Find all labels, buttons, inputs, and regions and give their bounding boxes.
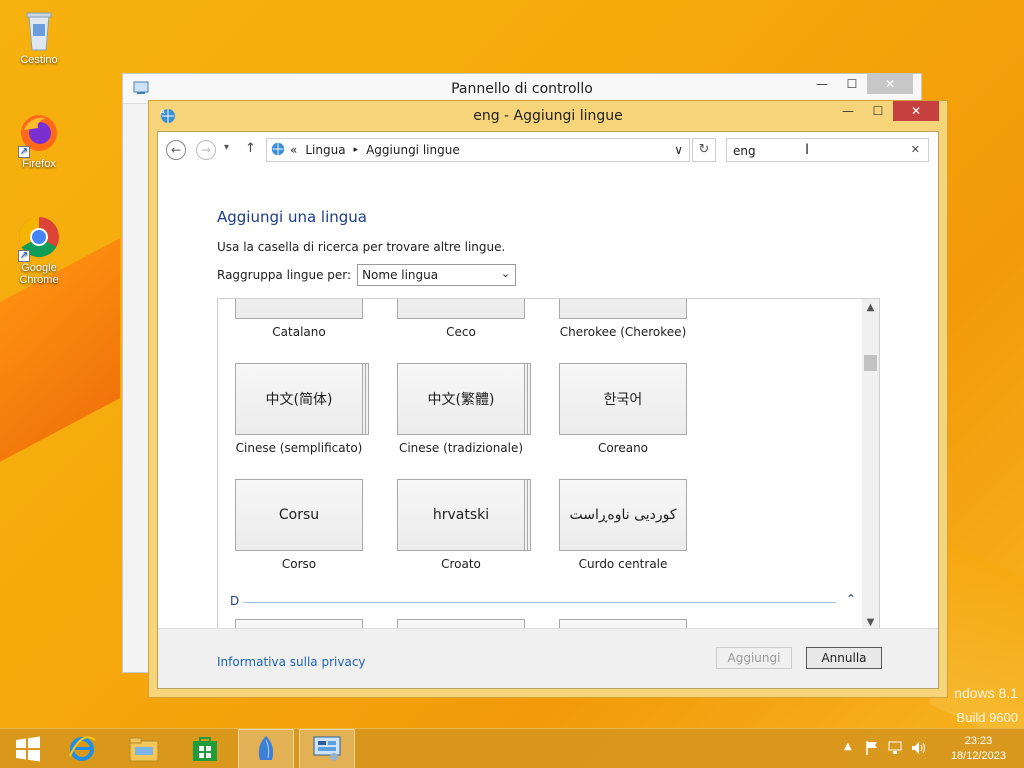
shortcut-arrow-icon: ↗ [18,146,30,158]
language-label: Croato [441,557,481,571]
taskbar: ▲ 23:23 18/12/2023 [0,728,1024,768]
recycle-bin-icon [16,6,62,52]
desktop-icon-recycle-bin[interactable]: Cestino [4,6,74,66]
address-dropdown-icon[interactable]: ∨ [674,143,683,157]
breadcrumb-item-lingua[interactable]: Lingua [305,143,345,157]
language-label: Coreano [597,441,649,455]
language-tile[interactable] [397,299,525,319]
back-button[interactable]: ← [166,140,186,160]
language-label: Cinese (semplificato) [235,441,363,455]
group-by-row: Raggruppa lingue per: Nome lingua ⌄ [217,264,517,286]
chrome-icon: ↗ [16,214,62,262]
firefox-icon: ↗ [16,110,62,158]
group-by-label: Raggruppa lingue per: [217,268,352,282]
search-hint: Usa la casella di ricerca per trovare al… [217,240,506,254]
vertical-scrollbar[interactable]: ▲ ▼ [862,299,879,630]
shortcut-arrow-icon: ↗ [18,250,30,262]
internet-explorer-icon[interactable] [54,729,110,768]
os-watermark-line1: ndows 8.1 [954,685,1018,701]
action-center-flag-icon[interactable] [864,740,880,759]
desktop-icon-label: Google Chrome [19,262,59,286]
language-tile-central-kurdish[interactable]: کوردیی ناوەڕاست [559,479,687,551]
clock[interactable]: 23:23 18/12/2023 [951,734,1006,764]
volume-icon[interactable] [910,740,928,759]
control-panel-title: Pannello di controllo [451,81,593,97]
language-label: Cinese (tradizionale) [398,441,524,455]
dialog-footer: Informativa sulla privacy Aggiungi Annul… [158,628,938,688]
system-tray: ▲ 23:23 18/12/2023 [824,729,1024,768]
add-languages-window[interactable]: A eng - Aggiungi lingue — ☐ ✕ ← → ▾ ↑ « … [148,100,948,698]
language-tile[interactable] [559,299,687,319]
close-button[interactable]: ✕ [867,74,913,94]
scroll-down-icon[interactable]: ▼ [862,617,879,628]
forward-button[interactable]: → [196,140,216,160]
minimize-button[interactable]: — [833,101,863,121]
refresh-button[interactable]: ↻ [692,138,716,162]
start-button[interactable] [0,729,56,768]
language-taskbar-button[interactable] [238,729,294,768]
scroll-up-icon[interactable]: ▲ [862,302,879,313]
store-icon[interactable] [177,729,233,768]
desktop-icon-label: Cestino [20,54,58,66]
add-button[interactable]: Aggiungi [716,647,792,669]
search-input[interactable]: eng [733,144,756,158]
language-list[interactable]: Catalano Ceco Cherokee (Cherokee) 中文(简体)… [217,298,880,631]
cancel-button[interactable]: Annulla [806,647,882,669]
group-by-select[interactable]: Nome lingua ⌄ [357,264,517,286]
page-title: Aggiungi una lingua [217,208,367,226]
desktop-icon-label: Firefox [22,158,56,170]
minimize-button[interactable]: — [807,74,837,94]
text-cursor-icon: I [805,142,810,158]
search-box[interactable]: eng I ✕ [726,138,929,162]
section-divider [243,602,836,603]
breadcrumb-prefix[interactable]: « [290,143,297,157]
os-watermark-line2: Build 9600 [956,710,1018,725]
language-tile-croatian[interactable]: hrvatski [397,479,525,551]
address-bar[interactable]: « Lingua ▸ Aggiungi lingue ∨ [266,138,690,162]
language-tile[interactable] [235,299,363,319]
language-tile-corsican[interactable]: Corsu [235,479,363,551]
language-app-icon [270,141,286,160]
language-label: Ceco [446,325,476,339]
network-icon[interactable] [887,740,903,759]
clock-time: 23:23 [964,735,993,747]
show-hidden-icons-icon[interactable]: ▲ [844,741,852,752]
desktop-icon-firefox[interactable]: ↗ Firefox [4,110,74,170]
up-button[interactable]: ↑ [245,141,256,156]
clock-date: 18/12/2023 [950,750,1006,762]
breadcrumb-separator-icon: ▸ [353,145,359,155]
control-panel-taskbar-button[interactable] [299,729,355,768]
language-tile-korean[interactable]: 한국어 [559,363,687,435]
navigation-bar: ← → ▾ ↑ « Lingua ▸ Aggiungi lingue ∨ ↻ e… [158,132,938,172]
language-label: Catalano [272,325,326,339]
chevron-down-icon: ⌄ [500,267,511,280]
language-tile-chinese-traditional[interactable]: 中文(繁體) [397,363,525,435]
close-button[interactable]: ✕ [893,101,939,121]
language-label: Corso [281,557,317,571]
desktop-icon-chrome[interactable]: ↗ Google Chrome [4,214,74,286]
group-by-value: Nome lingua [362,268,439,282]
maximize-button[interactable]: ☐ [837,74,867,94]
recent-locations-button[interactable]: ▾ [224,142,229,153]
maximize-button[interactable]: ☐ [863,101,893,121]
collapse-section-icon[interactable]: ⌃ [846,592,856,606]
window-client: ← → ▾ ↑ « Lingua ▸ Aggiungi lingue ∨ ↻ e… [157,131,939,689]
breadcrumb-item-aggiungi-lingue[interactable]: Aggiungi lingue [366,143,460,157]
scrollbar-thumb[interactable] [864,355,877,371]
window-title: eng - Aggiungi lingue [473,108,623,124]
window-titlebar[interactable]: A eng - Aggiungi lingue — ☐ ✕ [149,101,947,131]
clear-search-button[interactable]: ✕ [911,143,920,156]
section-header-d: D [230,594,240,608]
language-label: Curdo centrale [578,557,668,571]
language-tile-chinese-simplified[interactable]: 中文(简体) [235,363,363,435]
privacy-link[interactable]: Informativa sulla privacy [217,655,366,669]
file-explorer-icon[interactable] [116,729,172,768]
language-label: Cherokee (Cherokee) [559,325,687,339]
